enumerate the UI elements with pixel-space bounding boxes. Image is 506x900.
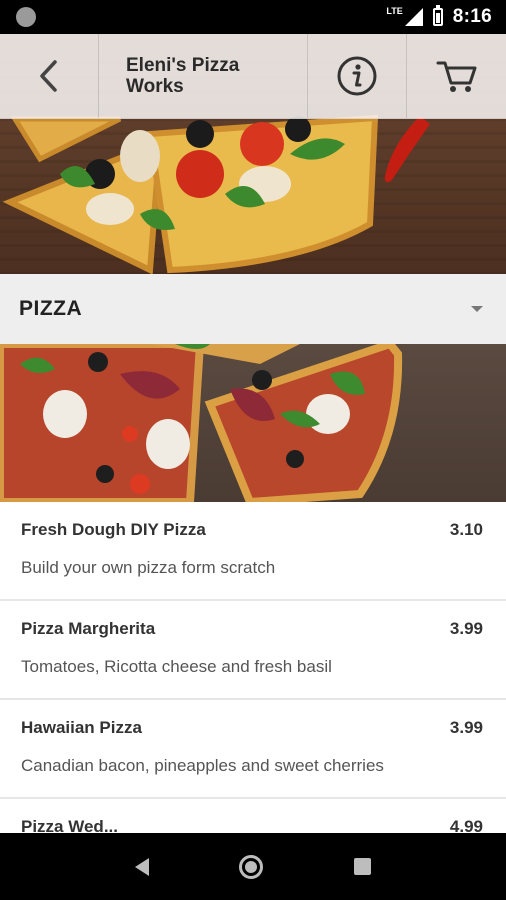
menu-list: Fresh Dough DIY Pizza 3.10 Build your ow… bbox=[0, 502, 506, 833]
menu-item-price: 3.99 bbox=[449, 718, 483, 737]
menu-item-name: Hawaiian Pizza bbox=[21, 718, 142, 737]
info-icon bbox=[337, 56, 377, 96]
back-button[interactable] bbox=[0, 34, 99, 118]
hero-banner: Eleni's Pizza Works bbox=[0, 34, 506, 274]
notification-icon bbox=[16, 7, 36, 27]
nav-home-icon[interactable] bbox=[239, 854, 264, 879]
status-indicators: LTE 8:16 bbox=[386, 5, 492, 28]
category-image bbox=[0, 344, 506, 502]
chevron-left-icon bbox=[40, 60, 57, 92]
menu-item[interactable]: Pizza Margherita 3.99 Tomatoes, Ricotta … bbox=[0, 601, 506, 700]
menu-item-header: Hawaiian Pizza 3.99 bbox=[21, 718, 485, 738]
menu-item-name: Fresh Dough DIY Pizza bbox=[21, 520, 206, 539]
nav-back-icon[interactable] bbox=[135, 857, 150, 876]
menu-item-description: Tomatoes, Ricotta cheese and fresh basil bbox=[21, 657, 332, 676]
cart-button[interactable] bbox=[407, 34, 506, 118]
menu-item[interactable]: Pizza Wed... 4.99 bbox=[0, 799, 506, 833]
network-type: LTE bbox=[386, 6, 403, 16]
menu-item-description: Build your own pizza form scratch bbox=[21, 558, 276, 577]
menu-item-header: Fresh Dough DIY Pizza 3.10 bbox=[21, 520, 485, 540]
menu-item-header: Pizza Wed... 4.99 bbox=[21, 817, 485, 833]
page-title: Eleni's Pizza Works bbox=[126, 55, 240, 97]
pizza-category-image bbox=[0, 344, 403, 502]
cart-icon bbox=[436, 61, 476, 92]
info-button[interactable] bbox=[308, 34, 407, 118]
status-bar: LTE 8:16 bbox=[0, 0, 506, 34]
menu-item-name: Pizza Wed... bbox=[21, 817, 118, 833]
category-title: PIZZA bbox=[19, 297, 83, 320]
menu-item-name: Pizza Margherita bbox=[21, 619, 156, 638]
nav-recents-icon[interactable] bbox=[353, 858, 371, 875]
app-header: Eleni's Pizza Works bbox=[0, 34, 506, 119]
signal-icon bbox=[404, 8, 423, 26]
menu-item-price: 4.99 bbox=[449, 817, 483, 833]
category-header-pizza[interactable]: PIZZA bbox=[0, 274, 506, 344]
menu-item-price: 3.10 bbox=[449, 520, 483, 539]
system-nav-bar bbox=[0, 833, 506, 900]
menu-item-description: Canadian bacon, pineapples and sweet che… bbox=[21, 756, 384, 775]
header-title-area: Eleni's Pizza Works bbox=[99, 34, 308, 118]
menu-item-header: Pizza Margherita 3.99 bbox=[21, 619, 485, 639]
battery-icon bbox=[432, 5, 443, 26]
caret-down-icon bbox=[471, 306, 483, 312]
menu-item-price: 3.99 bbox=[449, 619, 483, 638]
menu-item[interactable]: Hawaiian Pizza 3.99 Canadian bacon, pine… bbox=[0, 700, 506, 799]
status-time: 8:16 bbox=[452, 6, 492, 27]
menu-item[interactable]: Fresh Dough DIY Pizza 3.10 Build your ow… bbox=[0, 502, 506, 601]
